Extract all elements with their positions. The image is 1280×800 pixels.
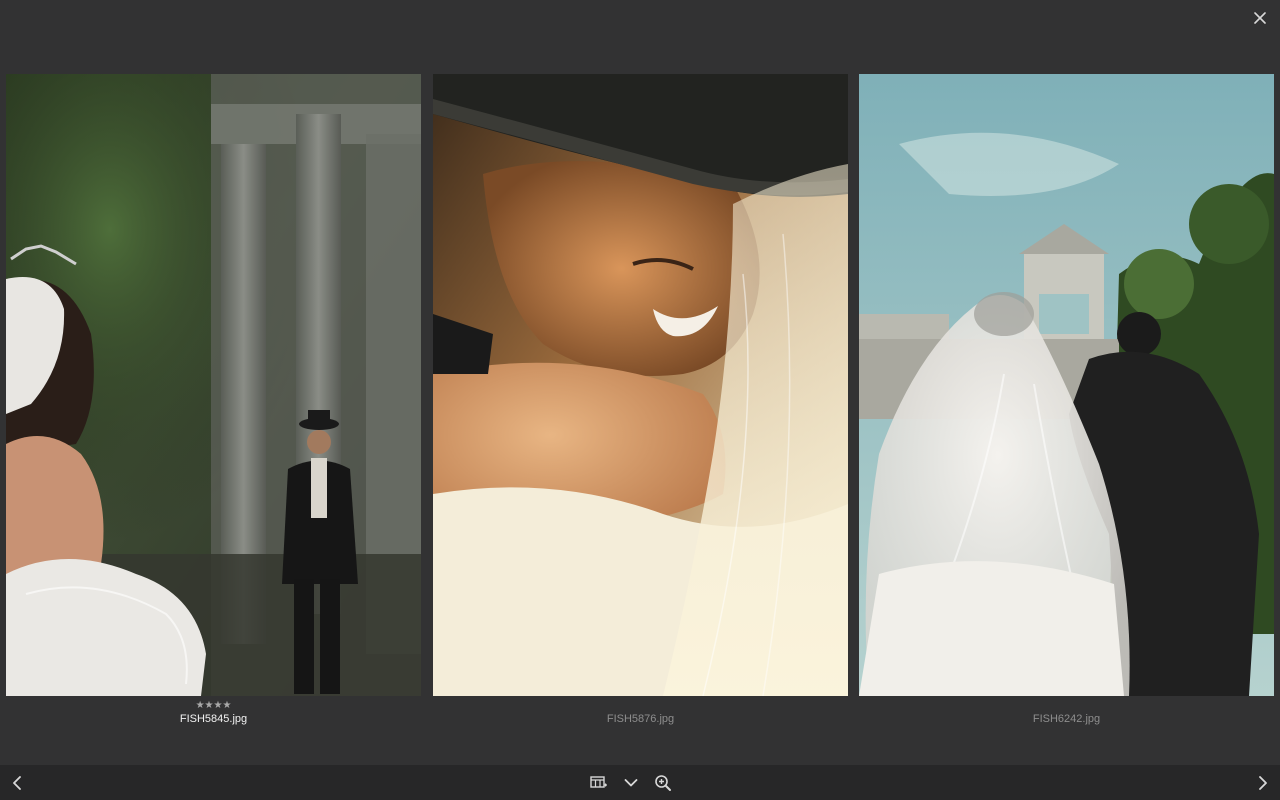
photo-item[interactable]: FISH5876.jpg bbox=[433, 74, 848, 734]
previous-button[interactable] bbox=[7, 773, 27, 793]
next-button[interactable] bbox=[1253, 773, 1273, 793]
photo-caption: ★★★★ FISH5845.jpg bbox=[6, 700, 421, 727]
layout-options-dropdown[interactable] bbox=[621, 773, 641, 793]
chevron-down-icon bbox=[624, 779, 638, 787]
photo-strip: ★★★★ FISH5845.jpg FISH5876.jpg FISH6242.… bbox=[6, 74, 1274, 725]
photo-item[interactable]: FISH6242.jpg bbox=[859, 74, 1274, 734]
bottom-toolbar bbox=[0, 765, 1280, 800]
compare-layout-button[interactable] bbox=[589, 773, 609, 793]
photo-compare-viewer: ★★★★ FISH5845.jpg FISH5876.jpg FISH6242.… bbox=[0, 0, 1280, 800]
photo-thumbnail[interactable] bbox=[6, 74, 421, 696]
photo-filename: FISH6242.jpg bbox=[1032, 713, 1101, 725]
close-button[interactable] bbox=[1250, 8, 1270, 28]
chevron-left-icon bbox=[13, 776, 21, 790]
photo-caption: FISH5876.jpg bbox=[433, 700, 848, 727]
photo-thumbnail[interactable] bbox=[433, 74, 848, 696]
compare-grid-icon bbox=[590, 776, 607, 788]
close-icon bbox=[1254, 12, 1266, 24]
rating-stars[interactable]: ★★★★ bbox=[6, 700, 421, 711]
chevron-right-icon bbox=[1259, 776, 1267, 790]
photo-thumbnail[interactable] bbox=[859, 74, 1274, 696]
photo-item[interactable]: ★★★★ FISH5845.jpg bbox=[6, 74, 421, 734]
photo-filename: FISH5845.jpg bbox=[179, 713, 248, 725]
photo-filename: FISH5876.jpg bbox=[606, 713, 675, 725]
zoom-button[interactable] bbox=[653, 773, 673, 793]
zoom-in-icon bbox=[655, 775, 671, 791]
photo-caption: FISH6242.jpg bbox=[859, 700, 1274, 727]
